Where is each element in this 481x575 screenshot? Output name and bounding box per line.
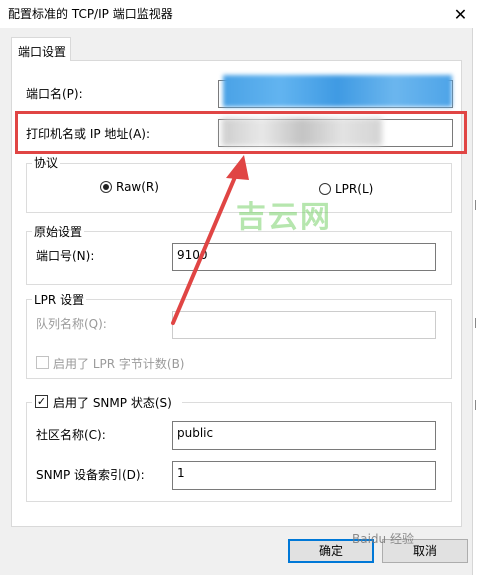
baidu-watermark: Baidu 经验 [352, 532, 414, 546]
annotation-arrow [171, 155, 249, 325]
tab-label: 端口设置 [18, 45, 67, 59]
tab-port-settings[interactable]: 端口设置 [11, 37, 71, 61]
site-watermark: 吉云网 [236, 200, 332, 235]
